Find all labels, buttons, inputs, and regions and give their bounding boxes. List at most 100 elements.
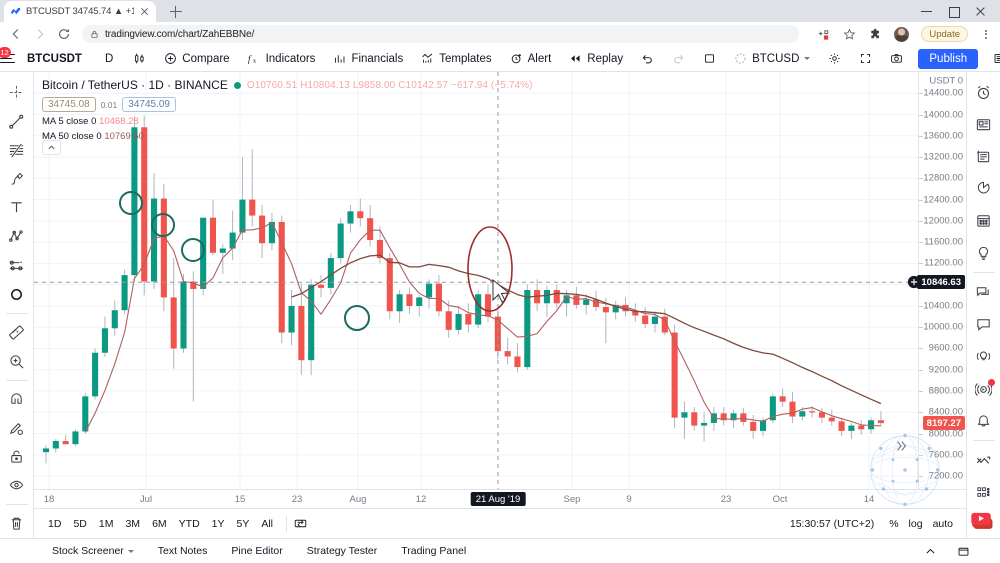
financials-button[interactable]: Financials: [324, 46, 412, 72]
chart-area[interactable]: Bitcoin / TetherUS · 1D · BINANCE O10760…: [34, 72, 966, 538]
close-window-button[interactable]: [975, 6, 986, 17]
measure-icon[interactable]: [0, 318, 34, 347]
scroll-to-realtime-icon[interactable]: [894, 439, 908, 456]
alarm-clock-icon[interactable]: [967, 76, 1000, 108]
legend-title[interactable]: Bitcoin / TetherUS · 1D · BINANCE: [42, 78, 228, 92]
trash-icon[interactable]: [0, 509, 34, 538]
forecast-icon[interactable]: [0, 251, 34, 280]
percent-scale-button[interactable]: %: [884, 515, 903, 533]
chat-icon[interactable]: [967, 276, 1000, 308]
timeframe-3m[interactable]: 3M: [119, 515, 146, 533]
timeframe-1m[interactable]: 1M: [93, 515, 120, 533]
profile-avatar[interactable]: [894, 26, 910, 42]
calendar-icon[interactable]: [967, 205, 1000, 237]
status-item-stock-screener[interactable]: Stock Screener: [40, 545, 146, 557]
back-icon[interactable]: [8, 27, 23, 42]
ma50-legend[interactable]: MA 50 close 0 10769.50: [42, 131, 533, 142]
chart-style-button[interactable]: [124, 46, 155, 72]
browser-menu-icon[interactable]: [980, 27, 992, 41]
watchlist-symbol-button[interactable]: BTCUSD: [725, 46, 819, 72]
interval-button[interactable]: D: [94, 46, 124, 72]
undo-button[interactable]: [632, 46, 663, 72]
notifications-icon[interactable]: [967, 405, 1000, 437]
youtube-overlay-icon[interactable]: [967, 509, 1000, 538]
main-menu-button[interactable]: 12: [0, 46, 15, 72]
lock-icon[interactable]: [0, 442, 34, 471]
new-tab-button[interactable]: [168, 4, 184, 20]
private-chat-icon[interactable]: [967, 309, 1000, 341]
apps-icon[interactable]: [967, 477, 1000, 509]
crosshair-icon[interactable]: [0, 78, 34, 107]
object-tree-icon[interactable]: [967, 444, 1000, 476]
timeframe-1d[interactable]: 1D: [42, 515, 67, 533]
magnet-icon[interactable]: [0, 385, 34, 414]
drawn-annotations[interactable]: [119, 191, 513, 331]
stream-icon[interactable]: [967, 341, 1000, 373]
timeframe-5y[interactable]: 5Y: [231, 515, 256, 533]
legend-header: Bitcoin / TetherUS · 1D · BINANCE O10760…: [42, 78, 533, 92]
ideas-icon[interactable]: [967, 237, 1000, 269]
timeframe-ytd[interactable]: YTD: [173, 515, 206, 533]
news-icon[interactable]: [967, 108, 1000, 140]
tab-close-icon[interactable]: [139, 6, 150, 17]
pattern-icon[interactable]: [0, 222, 34, 251]
address-bar[interactable]: tradingview.com/chart/ZahEBBNe/: [82, 25, 800, 43]
log-scale-button[interactable]: log: [904, 515, 928, 533]
timeframe-5d[interactable]: 5D: [67, 515, 92, 533]
divider: [5, 504, 28, 506]
price-tick: [919, 412, 923, 414]
status-item-strategy-tester[interactable]: Strategy Tester: [295, 545, 389, 557]
drawing-mode-icon[interactable]: [0, 414, 34, 443]
snapshot-button[interactable]: [881, 46, 912, 72]
zoom-in-icon[interactable]: [0, 347, 34, 376]
plus-circle-icon: [165, 53, 177, 64]
broadcast-icon[interactable]: [967, 373, 1000, 405]
undo-icon: [642, 55, 652, 64]
templates-button[interactable]: Templates: [412, 46, 500, 72]
bid-price[interactable]: 34745.08: [42, 97, 96, 112]
price-axis[interactable]: 14400.00 14000.00 13600.00 13200.00 12800.00…: [907, 72, 966, 508]
legend-collapse-button[interactable]: [42, 140, 61, 155]
indicators-button[interactable]: fx Indicators: [239, 46, 325, 72]
chevron-up-icon[interactable]: [924, 545, 937, 558]
ask-price[interactable]: 34745.09: [122, 97, 176, 112]
time-range-icon[interactable]: [294, 517, 307, 530]
time-axis[interactable]: 18 Jul 15 23 Aug 12 Sep 9 23 Oct 14 21 Aug '19: [34, 489, 966, 508]
update-button[interactable]: Update: [921, 26, 968, 42]
hotlist-icon[interactable]: [967, 173, 1000, 205]
ma5-legend[interactable]: MA 5 close 0 10468.28: [42, 116, 533, 127]
replay-button[interactable]: Replay: [560, 46, 632, 72]
right-panel-toggle[interactable]: [984, 46, 1000, 72]
timeframe-6m[interactable]: 6M: [146, 515, 173, 533]
hide-drawings-icon[interactable]: [0, 471, 34, 500]
compare-button[interactable]: Compare: [155, 46, 238, 72]
text-icon[interactable]: [0, 194, 34, 223]
minimize-button[interactable]: [921, 6, 932, 17]
data-window-icon[interactable]: [967, 140, 1000, 172]
extension-alert-icon[interactable]: [816, 27, 830, 41]
layout-button[interactable]: [694, 46, 725, 72]
trend-line-icon[interactable]: [0, 107, 34, 136]
browser-tab[interactable]: BTCUSDT 34745.74 ▲ +1.54% BT: [4, 1, 156, 22]
brush-icon[interactable]: [0, 165, 34, 194]
symbol-search-button[interactable]: BTCUSDT: [15, 46, 94, 72]
window-icon[interactable]: [957, 545, 970, 558]
crosshair-marker-icon[interactable]: [907, 275, 921, 289]
extensions-icon[interactable]: [868, 27, 882, 41]
bookmark-star-icon[interactable]: [842, 27, 856, 41]
auto-scale-button[interactable]: auto: [928, 515, 958, 533]
maximize-button[interactable]: [948, 6, 960, 18]
status-item-trading-panel[interactable]: Trading Panel: [389, 545, 478, 557]
ellipse-icon[interactable]: [0, 280, 34, 309]
timeframe-1y[interactable]: 1Y: [206, 515, 231, 533]
redo-button[interactable]: [663, 46, 694, 72]
status-item-text-notes[interactable]: Text Notes: [146, 545, 220, 557]
fullscreen-button[interactable]: [850, 46, 881, 72]
status-item-pine-editor[interactable]: Pine Editor: [219, 545, 294, 557]
publish-button[interactable]: Publish: [918, 48, 979, 69]
fib-retracement-icon[interactable]: [0, 136, 34, 165]
reload-icon[interactable]: [56, 27, 71, 42]
chart-settings-button[interactable]: [819, 46, 850, 72]
alert-button[interactable]: Alert: [501, 46, 561, 72]
timeframe-all[interactable]: All: [255, 515, 279, 533]
